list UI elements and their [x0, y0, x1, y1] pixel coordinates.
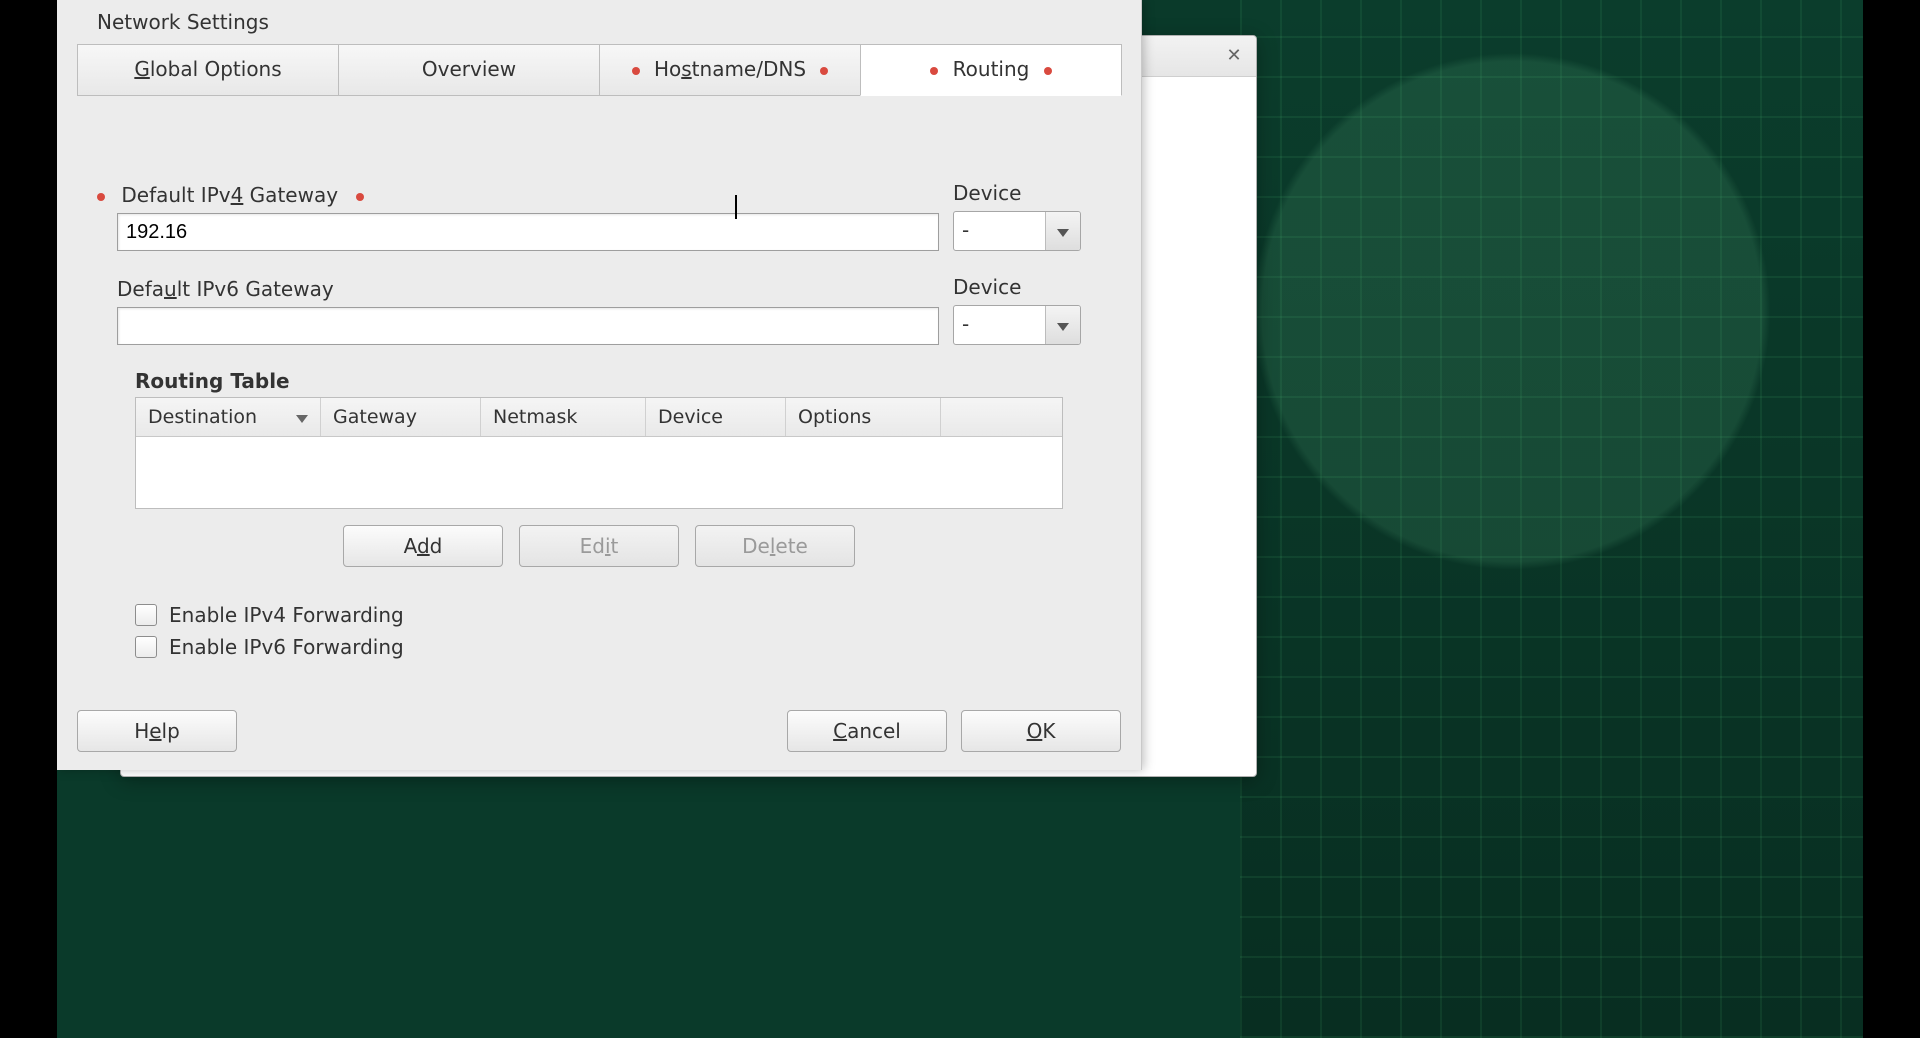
- ipv6-device-label: Device: [953, 275, 1081, 299]
- letterbox-left: [0, 0, 57, 1038]
- cancel-button[interactable]: Cancel: [787, 710, 947, 752]
- tab-hostname-dns[interactable]: Hostname/DNS: [599, 44, 861, 96]
- close-button[interactable]: ✕: [1220, 42, 1248, 70]
- delete-button[interactable]: Delete: [695, 525, 855, 567]
- ipv6-device-value: -: [954, 306, 1045, 344]
- add-button[interactable]: Add: [343, 525, 503, 567]
- modified-dot-icon: [1044, 67, 1052, 75]
- dialog-title: Network Settings: [57, 0, 1141, 38]
- modified-dot-icon: [356, 193, 364, 201]
- ipv6-device-dropdown-button[interactable]: [1045, 306, 1080, 344]
- ipv4-gateway-input[interactable]: [117, 213, 939, 251]
- checkbox-icon: [135, 604, 157, 626]
- modified-dot-icon: [930, 67, 938, 75]
- routing-table-header: Destination Gateway Netmask Device Optio…: [136, 398, 1062, 437]
- help-button[interactable]: Help: [77, 710, 237, 752]
- column-gateway[interactable]: Gateway: [321, 398, 481, 436]
- ipv4-device-combo[interactable]: -: [953, 211, 1081, 251]
- letterbox-right: [1863, 0, 1920, 1038]
- wallpaper-circuit: [1240, 0, 1920, 1038]
- edit-button[interactable]: Edit: [519, 525, 679, 567]
- network-settings-dialog: Network Settings Global Options Overview…: [57, 0, 1142, 770]
- routing-tab-content: Default IPv4 Gateway Device -: [57, 96, 1141, 659]
- tab-routing[interactable]: Routing: [860, 44, 1122, 96]
- tab-overview[interactable]: Overview: [338, 44, 600, 96]
- ipv6-gateway-input[interactable]: [117, 307, 939, 345]
- sort-desc-icon: [296, 406, 308, 428]
- ok-button[interactable]: OK: [961, 710, 1121, 752]
- modified-dot-icon: [820, 67, 828, 75]
- column-netmask[interactable]: Netmask: [481, 398, 646, 436]
- enable-ipv6-forwarding-checkbox[interactable]: Enable IPv6 Forwarding: [135, 635, 1081, 659]
- enable-ipv4-forwarding-checkbox[interactable]: Enable IPv4 Forwarding: [135, 603, 1081, 627]
- ipv6-gateway-label: Default IPv6 Gateway: [117, 277, 939, 301]
- column-spacer: [941, 398, 1062, 436]
- checkbox-icon: [135, 636, 157, 658]
- ipv4-device-label: Device: [953, 181, 1081, 205]
- modified-dot-icon: [97, 193, 105, 201]
- column-device[interactable]: Device: [646, 398, 786, 436]
- close-icon: ✕: [1226, 45, 1241, 66]
- column-options[interactable]: Options: [786, 398, 941, 436]
- tab-bar: Global Options Overview Hostname/DNS Rou…: [77, 44, 1121, 96]
- routing-table-body[interactable]: [136, 437, 1062, 507]
- ipv4-device-dropdown-button[interactable]: [1045, 212, 1080, 250]
- column-destination[interactable]: Destination: [136, 398, 321, 436]
- chevron-down-icon: [1057, 222, 1069, 241]
- ipv4-gateway-label: Default IPv4 Gateway: [117, 183, 939, 207]
- desktop-background: ✕ Network Settings Global Options Overvi…: [0, 0, 1920, 1038]
- ipv4-device-value: -: [954, 212, 1045, 250]
- tab-global-options[interactable]: Global Options: [77, 44, 339, 96]
- ipv6-device-combo[interactable]: -: [953, 305, 1081, 345]
- ipv6-forwarding-label: Enable IPv6 Forwarding: [169, 635, 404, 659]
- chevron-down-icon: [1057, 316, 1069, 335]
- ipv4-forwarding-label: Enable IPv4 Forwarding: [169, 603, 404, 627]
- routing-table-label: Routing Table: [135, 369, 1081, 393]
- routing-table[interactable]: Destination Gateway Netmask Device Optio…: [135, 397, 1063, 509]
- modified-dot-icon: [632, 67, 640, 75]
